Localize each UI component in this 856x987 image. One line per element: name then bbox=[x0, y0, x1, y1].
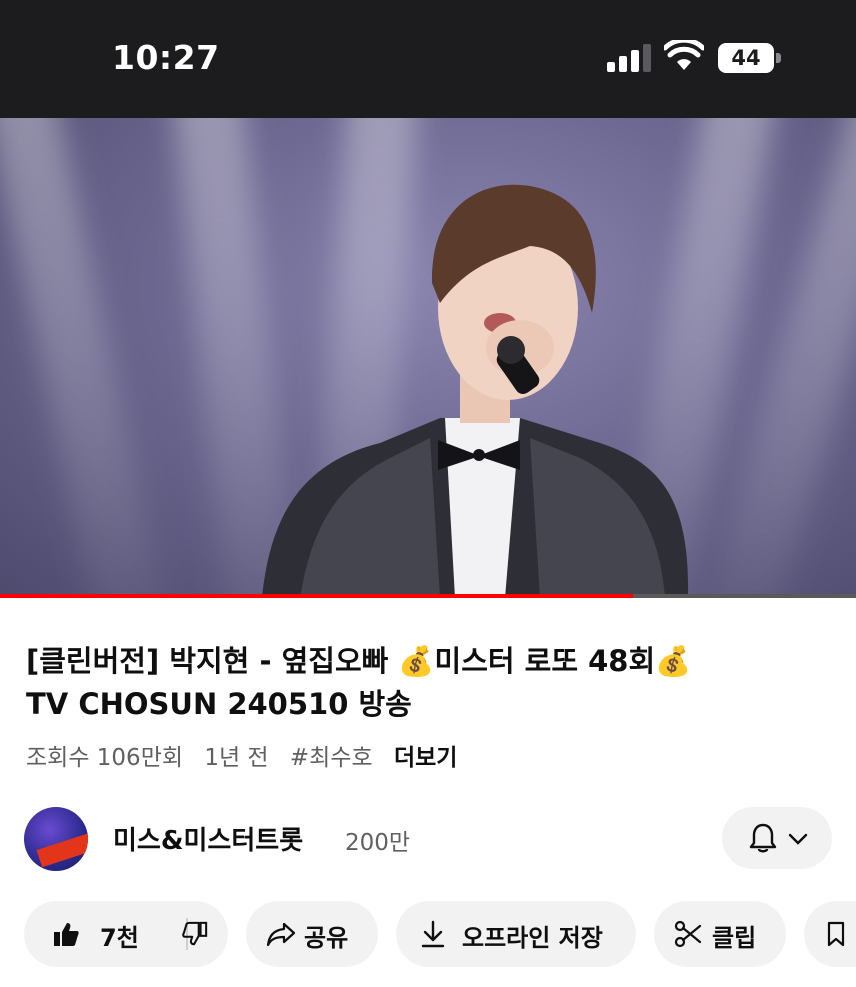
channel-name[interactable]: 미스&미스터트롯 bbox=[113, 820, 303, 857]
upload-age: 1년 전 bbox=[204, 745, 269, 771]
like-count: 7천 bbox=[100, 924, 139, 952]
more-button[interactable]: 더보기 bbox=[394, 745, 457, 771]
video-meta[interactable]: 조회수 106만회 1년 전 #최수호 더보기 bbox=[26, 738, 471, 772]
hashtag-link[interactable]: #최수호 bbox=[290, 745, 373, 771]
signal-bars-icon bbox=[607, 44, 653, 72]
battery-level: 44 bbox=[718, 43, 774, 73]
wifi-icon bbox=[664, 40, 704, 70]
action-bar: 7천 공유 오프라인 저장 클립 bbox=[0, 901, 856, 967]
share-button[interactable]: 공유 bbox=[246, 901, 378, 967]
battery-icon: 44 bbox=[718, 43, 782, 73]
avatar-logo bbox=[36, 832, 88, 868]
offline-save-button[interactable]: 오프라인 저장 bbox=[396, 901, 636, 967]
video-title-line2: TV CHOSUN 240510 방송 bbox=[26, 687, 412, 721]
view-count: 조회수 106만회 bbox=[26, 745, 184, 771]
download-icon bbox=[421, 920, 445, 948]
video-title-line1: [클린버전] 박지현 - 옆집오빠 💰미스터 로또 48회💰 bbox=[26, 644, 692, 678]
clip-label: 클립 bbox=[712, 924, 757, 952]
video-title[interactable]: [클린버전] 박지현 - 옆집오빠 💰미스터 로또 48회💰 TV CHOSUN… bbox=[26, 640, 816, 726]
offline-save-label: 오프라인 저장 bbox=[462, 924, 603, 952]
video-player[interactable] bbox=[0, 118, 856, 598]
status-time: 10:27 bbox=[112, 38, 220, 77]
share-label: 공유 bbox=[304, 924, 349, 952]
like-dislike-button[interactable]: 7천 bbox=[24, 901, 228, 967]
channel-avatar[interactable] bbox=[24, 807, 88, 871]
save-button[interactable] bbox=[804, 901, 856, 967]
thumbs-up-icon[interactable] bbox=[52, 920, 80, 948]
thumbs-down-icon[interactable] bbox=[182, 921, 208, 947]
scissors-icon bbox=[674, 920, 702, 948]
chevron-down-icon bbox=[788, 833, 808, 845]
subscriber-count: 200만 bbox=[345, 830, 411, 856]
share-arrow-icon bbox=[266, 922, 296, 947]
bookmark-icon bbox=[827, 921, 845, 947]
bell-icon bbox=[749, 823, 777, 853]
status-bar: 10:27 44 bbox=[0, 0, 856, 118]
subscription-bell-button[interactable] bbox=[722, 807, 832, 869]
video-frame-performer bbox=[262, 184, 689, 598]
clip-button[interactable]: 클립 bbox=[654, 901, 786, 967]
channel-row: 미스&미스터트롯 200만 bbox=[0, 805, 856, 871]
